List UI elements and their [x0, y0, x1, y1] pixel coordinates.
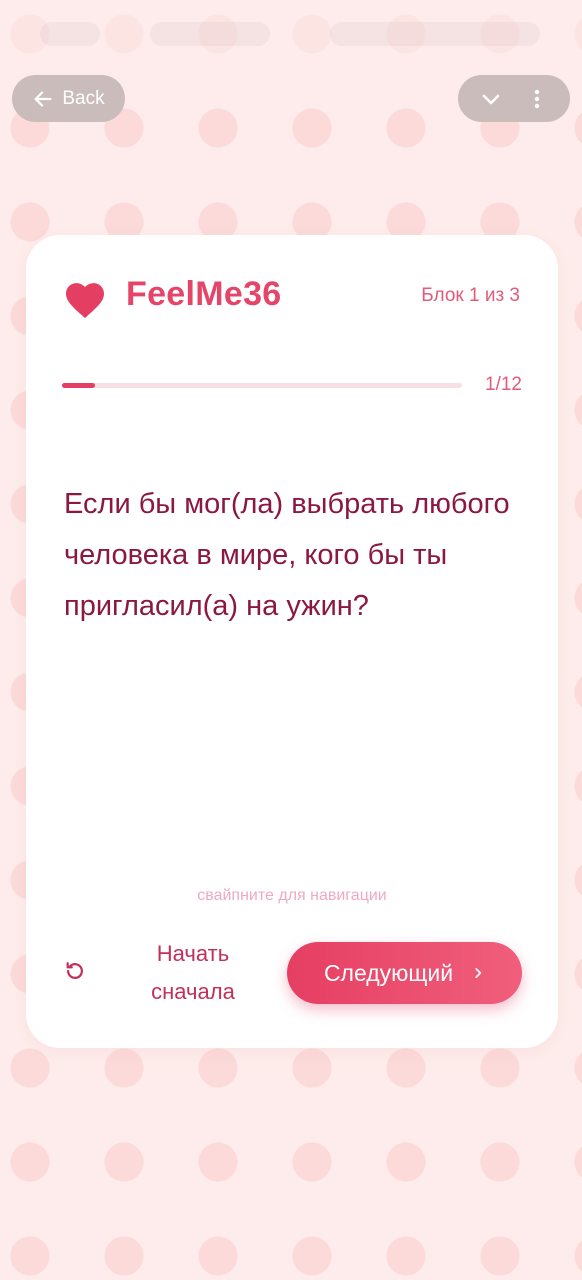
question-text: Если бы мог(ла) выбрать любого человека … [64, 488, 510, 622]
back-label: Back [62, 87, 105, 109]
more-vertical-icon[interactable] [525, 87, 549, 111]
restart-icon[interactable] [64, 960, 86, 982]
swipe-hint: свайпните для навигации [197, 887, 387, 904]
app-title: FeelMe36 [126, 275, 282, 313]
heart-icon [66, 283, 104, 319]
back-button[interactable]: Back [12, 75, 125, 122]
progress-bar [62, 383, 462, 388]
status-bar [0, 0, 582, 70]
question-card: FeelMe36 Блок 1 из 3 1/12 Если бы мог(ла… [26, 235, 558, 1048]
next-label: Следующий [323, 959, 454, 986]
arrow-left-icon [34, 90, 52, 107]
status-blur [40, 22, 100, 46]
menu-pill [458, 75, 570, 122]
status-blur [330, 22, 540, 46]
progress-fill [62, 383, 96, 388]
progress-count: 1/12 [485, 374, 522, 395]
block-indicator: Блок 1 из 3 [421, 285, 520, 306]
chevron-down-icon[interactable] [479, 87, 503, 111]
chevron-right-icon [475, 968, 482, 978]
restart-button[interactable]: Начать сначала [138, 935, 248, 1011]
next-button[interactable]: Следующий [287, 942, 522, 1004]
status-blur [150, 22, 270, 46]
